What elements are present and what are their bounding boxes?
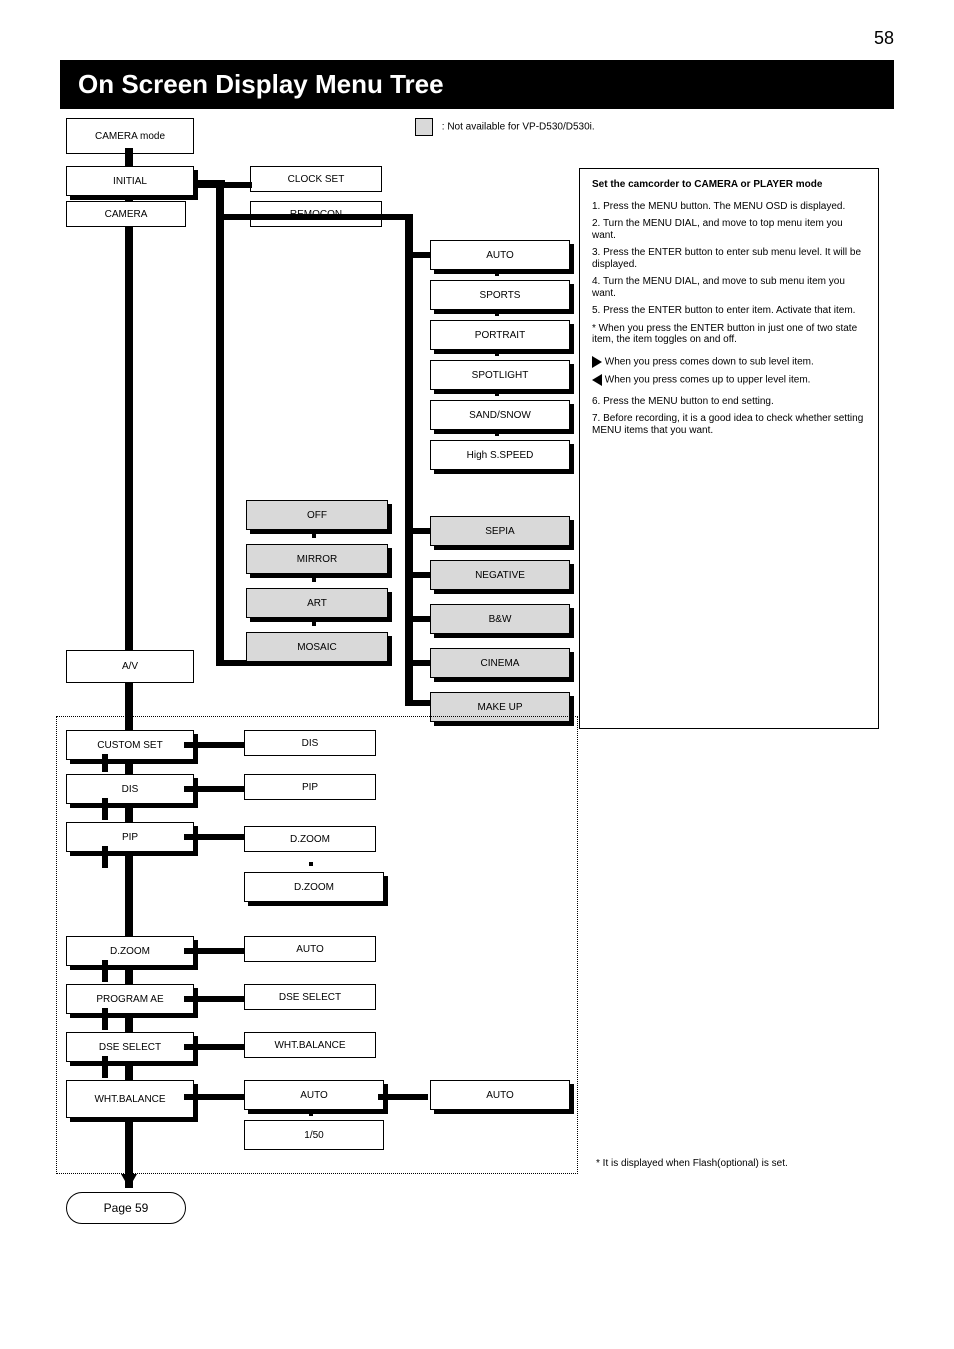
initial-box: INITIAL [66,166,194,196]
custom-pip: PIP [66,822,194,852]
custom-dse-opt: DSE SELECT [244,984,376,1010]
camera-box: CAMERA [66,201,186,227]
dse-off: OFF [246,500,388,530]
dse-negative: NEGATIVE [430,560,570,590]
info-step-2: 2. Turn the MENU DIAL, and move to top m… [592,218,866,241]
legend-text: : Not available for VP-D530/D530i. [442,122,595,133]
ae-spotlight: SPOTLIGHT [430,360,570,390]
info-step-5: 5. Press the ENTER button to enter item.… [592,305,866,317]
av-box: A/V [66,650,194,683]
dse-art: ART [246,588,388,618]
left-triangle-icon [592,374,602,386]
ae-portrait: PORTRAIT [430,320,570,350]
info-step-3: 3. Press the ENTER button to enter sub m… [592,247,866,270]
info-step-6: 6. Press the MENU button to end setting. [592,396,866,408]
page-59-link: Page 59 [66,1192,186,1224]
info-step-4: 4. Turn the MENU DIAL, and move to sub m… [592,276,866,299]
arrow-down-icon [121,1174,137,1188]
dse-mirror: MIRROR [246,544,388,574]
custom-dzoom-opt: D.ZOOM [244,826,376,852]
info-note-left: When you press comes up to upper level i… [592,374,866,386]
iris-auto: AUTO [430,1080,570,1110]
custom-pip-choices: PIP [244,774,376,800]
ae-sandsnow: SAND/SNOW [430,400,570,430]
custom-dse: DSE SELECT [66,1032,194,1062]
dse-bw: B&W [430,604,570,634]
legend: : Not available for VP-D530/D530i. [415,118,595,136]
info-note-right: When you press comes down to sub level i… [592,356,866,368]
header-title: On Screen Display Menu Tree [60,60,894,109]
custom-wb-opt: WHT.BALANCE [244,1032,376,1058]
right-triangle-icon [592,356,602,368]
custom-dis-choices: DIS [244,730,376,756]
custom-dis: DIS [66,774,194,804]
custom-dzoom: D.ZOOM [66,936,194,966]
custom-whtbal: WHT.BALANCE [66,1080,194,1118]
shutter-auto: AUTO [244,1080,384,1110]
info-panel: Set the camcorder to CAMERA or PLAYER mo… [579,168,879,729]
dse-sepia: SEPIA [430,516,570,546]
ae-sports: SPORTS [430,280,570,310]
custom-ae-opt: AUTO [244,936,376,962]
legend-swatch [415,118,433,136]
page-number: 58 [874,28,894,49]
info-title: Set the camcorder to CAMERA or PLAYER mo… [592,179,866,191]
custom-progae: PROGRAM AE [66,984,194,1014]
ae-hss: High S.SPEED [430,440,570,470]
custom-dzoom-opt2: D.ZOOM [244,872,384,902]
shutter-50: 1/50 [244,1120,384,1150]
flash-note: * It is displayed when Flash(optional) i… [596,1158,856,1169]
ae-auto: AUTO [430,240,570,270]
info-step-7: 7. Before recording, it is a good idea t… [592,413,866,436]
dse-mosaic: MOSAIC [246,632,388,662]
dse-cinema: CINEMA [430,648,570,678]
info-step-1: 1. Press the MENU button. The MENU OSD i… [592,201,866,213]
custom-set: CUSTOM SET [66,730,194,760]
clock-set-box: CLOCK SET [250,166,382,192]
info-note-star: * When you press the ENTER button in jus… [592,323,866,346]
